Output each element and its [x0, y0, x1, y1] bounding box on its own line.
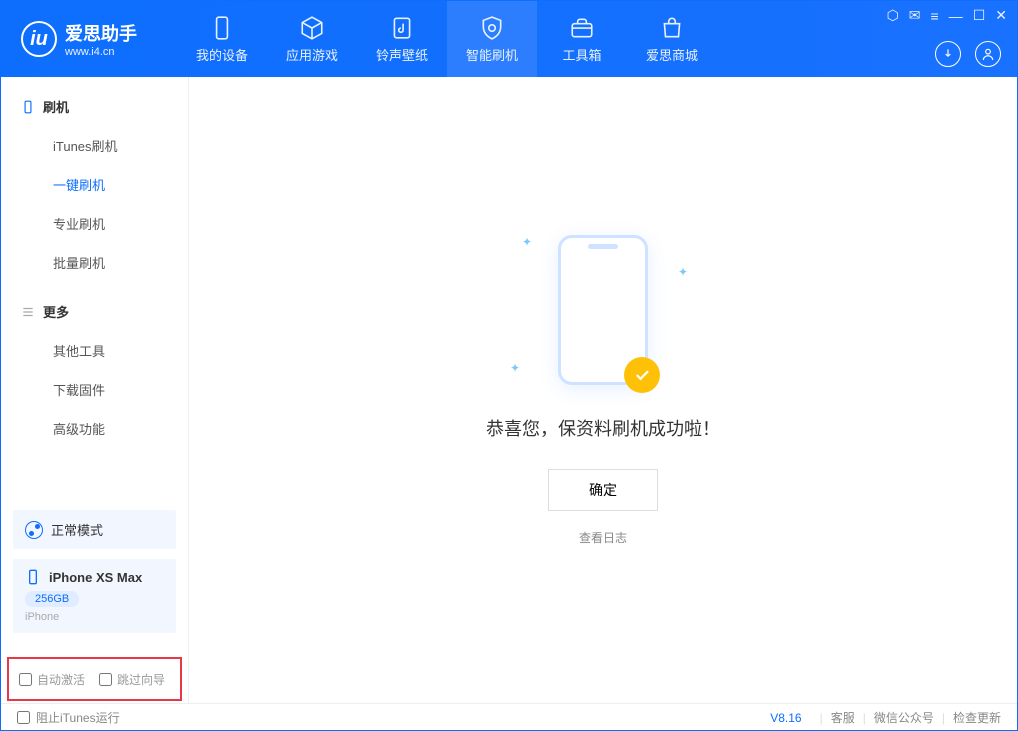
link-support[interactable]: 客服 — [831, 709, 855, 726]
device-icon — [209, 15, 235, 41]
toolbox-icon — [569, 15, 595, 41]
section-title: 更多 — [43, 302, 69, 321]
sidebar-item-download-firmware[interactable]: 下载固件 — [1, 370, 188, 409]
tab-label: 应用游戏 — [286, 45, 338, 64]
device-name: iPhone XS Max — [49, 570, 142, 585]
checkbox-block-itunes[interactable]: 阻止iTunes运行 — [17, 709, 120, 726]
checkbox-input[interactable] — [99, 673, 112, 686]
bag-icon — [659, 15, 685, 41]
sidebar-item-advanced[interactable]: 高级功能 — [1, 409, 188, 448]
logo: iu 爱思助手 www.i4.cn — [1, 20, 157, 58]
phone-illustration: ✦ ✦ ✦ — [558, 235, 648, 385]
sidebar-item-itunes-flash[interactable]: iTunes刷机 — [1, 126, 188, 165]
music-file-icon — [389, 15, 415, 41]
download-icon[interactable] — [935, 41, 961, 67]
section-title: 刷机 — [43, 97, 69, 116]
version-label: V8.16 — [770, 711, 801, 725]
tab-my-device[interactable]: 我的设备 — [177, 1, 267, 77]
view-log-link[interactable]: 查看日志 — [579, 529, 627, 546]
sidebar-header-flash: 刷机 — [1, 87, 188, 126]
phone-outline-icon — [25, 569, 41, 585]
tab-smart-flash[interactable]: 智能刷机 — [447, 1, 537, 77]
sidebar-item-pro-flash[interactable]: 专业刷机 — [1, 204, 188, 243]
highlighted-options: 自动激活 跳过向导 — [7, 657, 182, 701]
tab-label: 智能刷机 — [466, 45, 518, 64]
success-check-icon — [624, 357, 660, 393]
sidebar-section-more: 更多 其他工具 下载固件 高级功能 — [1, 292, 188, 448]
sparkle-icon: ✦ — [678, 265, 688, 279]
phone-icon — [21, 100, 35, 114]
checkbox-label: 阻止iTunes运行 — [36, 709, 120, 726]
tab-label: 爱思商城 — [646, 45, 698, 64]
app-subtitle: www.i4.cn — [65, 46, 137, 58]
mode-icon — [25, 521, 43, 539]
main-area: 刷机 iTunes刷机 一键刷机 专业刷机 批量刷机 更多 其他工具 下载固件 … — [1, 77, 1017, 703]
menu-icon[interactable]: ≡ — [931, 8, 939, 24]
list-icon — [21, 305, 35, 319]
minimize-icon[interactable]: — — [949, 8, 963, 24]
confirm-button[interactable]: 确定 — [548, 469, 658, 511]
tab-store[interactable]: 爱思商城 — [627, 1, 717, 77]
tab-label: 铃声壁纸 — [376, 45, 428, 64]
divider: | — [820, 711, 823, 725]
feedback-icon[interactable]: ✉ — [909, 7, 921, 24]
checkbox-skip-guide[interactable]: 跳过向导 — [99, 671, 165, 688]
divider: | — [863, 711, 866, 725]
tab-apps-games[interactable]: 应用游戏 — [267, 1, 357, 77]
tshirt-icon[interactable]: ⬡ — [887, 7, 899, 24]
app-window: iu 爱思助手 www.i4.cn 我的设备 应用游戏 铃声壁纸 智能刷机 — [0, 0, 1018, 731]
statusbar: 阻止iTunes运行 V8.16 | 客服 | 微信公众号 | 检查更新 — [1, 703, 1017, 731]
sparkle-icon: ✦ — [510, 361, 520, 375]
sidebar: 刷机 iTunes刷机 一键刷机 专业刷机 批量刷机 更多 其他工具 下载固件 … — [1, 77, 189, 703]
tab-label: 我的设备 — [196, 45, 248, 64]
checkbox-input[interactable] — [17, 711, 30, 724]
cube-icon — [299, 15, 325, 41]
divider: | — [942, 711, 945, 725]
storage-badge: 256GB — [25, 591, 79, 607]
sidebar-item-other-tools[interactable]: 其他工具 — [1, 331, 188, 370]
device-box: 正常模式 iPhone XS Max 256GB iPhone — [13, 510, 176, 633]
tab-label: 工具箱 — [562, 45, 601, 64]
user-icon[interactable] — [975, 41, 1001, 67]
checkbox-auto-activate[interactable]: 自动激活 — [19, 671, 85, 688]
nav-tabs: 我的设备 应用游戏 铃声壁纸 智能刷机 工具箱 爱思商城 — [177, 1, 717, 77]
window-controls-bottom — [935, 41, 1001, 67]
tab-ringtone-wallpaper[interactable]: 铃声壁纸 — [357, 1, 447, 77]
device-info[interactable]: iPhone XS Max 256GB iPhone — [13, 559, 176, 633]
status-right: V8.16 | 客服 | 微信公众号 | 检查更新 — [770, 709, 1001, 726]
logo-icon: iu — [21, 21, 57, 57]
sparkle-icon: ✦ — [522, 235, 532, 249]
sidebar-section-flash: 刷机 iTunes刷机 一键刷机 专业刷机 批量刷机 — [1, 87, 188, 282]
shield-refresh-icon — [479, 15, 505, 41]
mode-row[interactable]: 正常模式 — [13, 510, 176, 549]
maximize-icon[interactable]: ☐ — [973, 7, 986, 24]
titlebar: iu 爱思助手 www.i4.cn 我的设备 应用游戏 铃声壁纸 智能刷机 — [1, 1, 1017, 77]
window-controls-top: ⬡ ✉ ≡ — ☐ ✕ — [887, 7, 1007, 24]
success-message: 恭喜您，保资料刷机成功啦！ — [486, 415, 720, 441]
checkbox-label: 跳过向导 — [117, 671, 165, 688]
checkbox-label: 自动激活 — [37, 671, 85, 688]
link-wechat[interactable]: 微信公众号 — [874, 709, 934, 726]
app-title: 爱思助手 — [65, 20, 137, 46]
sidebar-header-more: 更多 — [1, 292, 188, 331]
sidebar-item-batch-flash[interactable]: 批量刷机 — [1, 243, 188, 282]
tab-toolbox[interactable]: 工具箱 — [537, 1, 627, 77]
sidebar-item-oneclick-flash[interactable]: 一键刷机 — [1, 165, 188, 204]
device-type: iPhone — [25, 611, 164, 623]
close-icon[interactable]: ✕ — [995, 7, 1007, 24]
content-area: ✦ ✦ ✦ 恭喜您，保资料刷机成功啦！ 确定 查看日志 — [189, 77, 1017, 703]
checkbox-input[interactable] — [19, 673, 32, 686]
mode-label: 正常模式 — [51, 520, 103, 539]
link-check-update[interactable]: 检查更新 — [953, 709, 1001, 726]
